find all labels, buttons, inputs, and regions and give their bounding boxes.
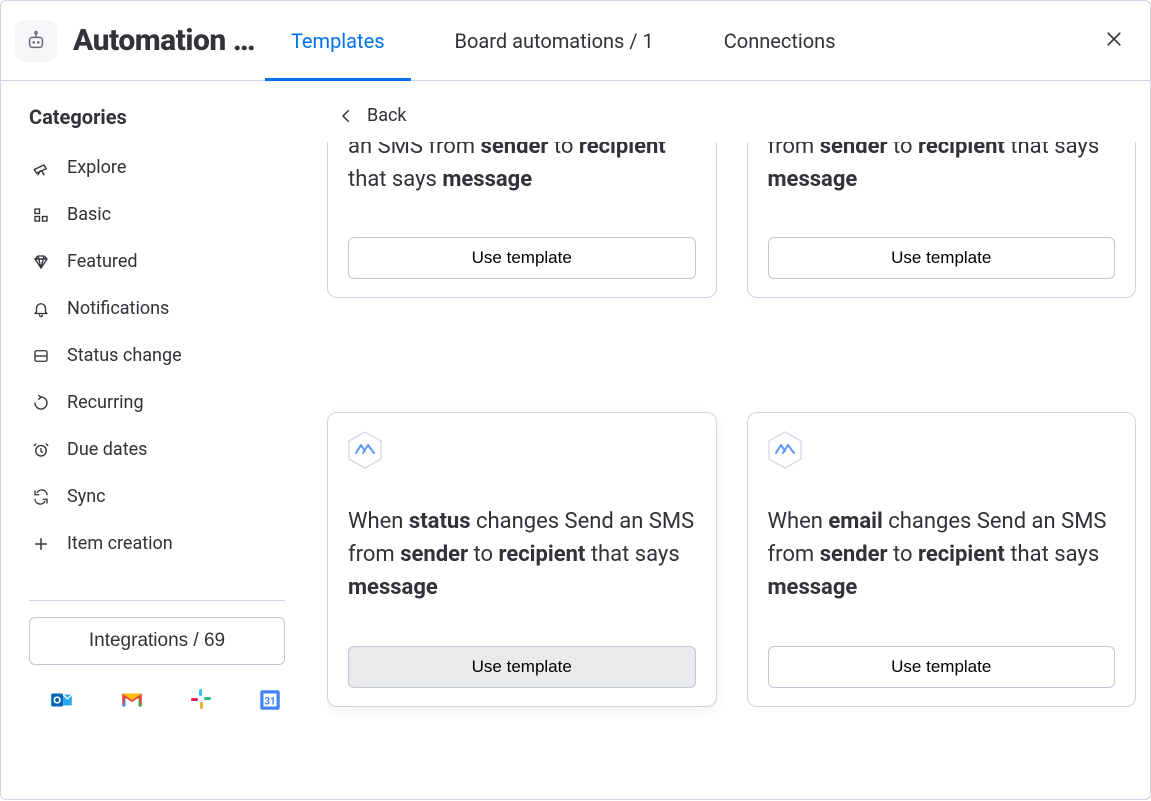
sidebar-item-label: Due dates — [67, 439, 147, 460]
integrations-label: Integrations / 69 — [89, 630, 225, 652]
sidebar: Categories Explore Basic — [1, 81, 313, 801]
tab-board-automations[interactable]: Board automations / 1 — [455, 1, 654, 81]
use-template-button[interactable]: Use template — [348, 237, 696, 279]
template-card: When status changes Send an SMS from sen… — [327, 412, 717, 707]
provider-badge — [348, 431, 382, 469]
back-button[interactable]: Back — [327, 105, 1136, 142]
use-template-button[interactable]: Use template — [768, 646, 1116, 688]
back-label: Back — [367, 105, 407, 126]
automation-app-icon — [15, 20, 57, 62]
provider-badge — [768, 431, 802, 469]
plus-icon — [31, 535, 51, 553]
sidebar-item-basic[interactable]: Basic — [29, 194, 285, 235]
shapes-icon — [31, 206, 51, 224]
alarm-icon — [31, 441, 51, 459]
sidebar-divider — [29, 600, 285, 601]
sidebar-item-label: Item creation — [67, 533, 173, 554]
bell-icon — [31, 300, 51, 318]
layout-icon — [31, 347, 51, 365]
close-icon — [1104, 29, 1124, 49]
use-template-button[interactable]: Use template — [348, 646, 696, 688]
chevron-left-icon — [337, 107, 355, 125]
sidebar-item-label: Status change — [67, 345, 182, 366]
outlook-icon[interactable] — [49, 687, 75, 713]
sidebar-item-item-creation[interactable]: Item creation — [29, 523, 285, 564]
template-card: When email changes Send an SMS from send… — [747, 412, 1137, 707]
svg-text:31: 31 — [264, 696, 275, 707]
main: Back Every day, if date has passed Send … — [313, 81, 1150, 801]
tab-templates[interactable]: Templates — [291, 1, 385, 81]
template-text: When date arrives Send an SMS from sende… — [768, 142, 1116, 196]
sidebar-item-label: Explore — [67, 157, 126, 178]
template-card: Every day, if date has passed Send an SM… — [327, 142, 717, 298]
template-text: Every day, if date has passed Send an SM… — [348, 142, 696, 196]
tab-connections[interactable]: Connections — [724, 1, 836, 81]
gmail-icon[interactable] — [119, 687, 145, 713]
recurring-icon — [31, 394, 51, 412]
slack-icon[interactable] — [189, 687, 213, 713]
template-cards: Every day, if date has passed Send an SM… — [327, 142, 1136, 790]
sidebar-item-label: Sync — [67, 486, 106, 507]
sidebar-item-label: Recurring — [67, 392, 144, 413]
use-template-button[interactable]: Use template — [768, 237, 1116, 279]
integrations-icons-row: 31 — [29, 687, 285, 713]
telescope-icon — [31, 159, 51, 177]
sidebar-item-notifications[interactable]: Notifications — [29, 288, 285, 329]
google-calendar-icon[interactable]: 31 — [257, 687, 283, 713]
template-text: When status changes Send an SMS from sen… — [348, 505, 696, 604]
template-card: When date arrives Send an SMS from sende… — [747, 142, 1137, 298]
categories-list: Explore Basic Featured — [29, 147, 285, 590]
sidebar-item-sync[interactable]: Sync — [29, 476, 285, 517]
sidebar-item-due-dates[interactable]: Due dates — [29, 429, 285, 470]
sidebar-item-status-change[interactable]: Status change — [29, 335, 285, 376]
sidebar-item-explore[interactable]: Explore — [29, 147, 285, 188]
sidebar-title: Categories — [29, 105, 285, 129]
close-button[interactable] — [1098, 23, 1130, 59]
page-title: Automation … — [73, 23, 255, 58]
header: Automation … Templates Board automations… — [1, 1, 1150, 81]
sidebar-item-more[interactable] — [29, 570, 285, 590]
template-text: When email changes Send an SMS from send… — [768, 505, 1116, 604]
integrations-button[interactable]: Integrations / 69 — [29, 617, 285, 665]
sync-icon — [31, 488, 51, 506]
sidebar-item-label: Notifications — [67, 298, 169, 319]
sidebar-item-label: Featured — [67, 251, 138, 272]
diamond-icon — [31, 253, 51, 271]
tabs: Templates Board automations / 1 Connecti… — [291, 1, 836, 80]
sidebar-item-label: Basic — [67, 204, 111, 225]
sidebar-item-featured[interactable]: Featured — [29, 241, 285, 282]
sidebar-item-recurring[interactable]: Recurring — [29, 382, 285, 423]
